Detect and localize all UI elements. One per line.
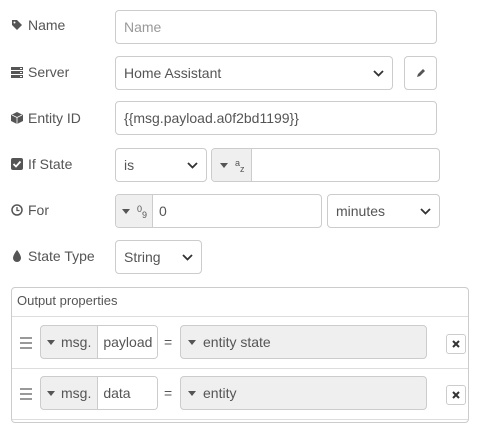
property-name-field[interactable]: payload	[97, 326, 157, 358]
equals-sign: =	[164, 385, 173, 401]
entity-id-input[interactable]: {{msg.payload.a0f2bd1199}}	[115, 101, 437, 135]
caret-down-icon	[122, 208, 130, 214]
value-type-select[interactable]: entity state	[180, 325, 427, 359]
drag-handle-icon[interactable]	[20, 337, 32, 352]
output-row: msg. payload = entity state	[12, 317, 468, 367]
state-type-select[interactable]: String	[115, 240, 202, 274]
row-divider	[12, 419, 468, 420]
output-properties-panel: Output properties msg. payload = entity …	[11, 287, 469, 423]
value-type-select[interactable]: entity	[180, 376, 427, 410]
tag-icon	[12, 20, 22, 30]
string-type-icon: az	[235, 158, 245, 174]
pencil-icon	[416, 69, 425, 77]
caret-down-icon	[188, 339, 196, 345]
value-type: entity	[203, 385, 237, 401]
drag-handle-icon[interactable]	[20, 388, 32, 403]
caret-down-icon	[47, 390, 55, 396]
cube-icon	[11, 112, 23, 124]
entity-id-value: {{msg.payload.a0f2bd1199}}	[124, 110, 299, 126]
server-selected: Home Assistant	[124, 65, 222, 81]
type-selector-button[interactable]: az	[212, 149, 252, 181]
for-unit-select[interactable]: minutes	[327, 194, 440, 228]
type-selector-button[interactable]: msg.	[41, 334, 97, 350]
output-properties-title: Output properties	[17, 293, 118, 308]
property-name: payload	[103, 334, 153, 350]
output-row: msg. data = entity	[12, 368, 468, 418]
chevron-down-icon	[187, 162, 198, 169]
value-type: entity state	[203, 334, 271, 350]
for-unit: minutes	[336, 203, 386, 219]
server-label: Server	[11, 64, 69, 80]
name-label: Name	[11, 17, 65, 33]
name-label-text: Name	[28, 17, 66, 33]
equals-sign: =	[164, 334, 173, 350]
for-label: For	[11, 202, 49, 218]
state-type-selected: String	[124, 249, 161, 265]
msg-prefix: msg.	[61, 385, 92, 401]
number-type-icon: 09	[137, 204, 148, 220]
edit-server-button[interactable]	[404, 56, 437, 90]
remove-row-button[interactable]	[446, 334, 466, 354]
close-icon	[452, 340, 460, 348]
name-placeholder: Name	[124, 19, 162, 35]
type-selector-button[interactable]: 09	[116, 195, 153, 227]
if-state-operator-select[interactable]: is	[115, 148, 207, 182]
msg-prefix: msg.	[61, 334, 92, 350]
state-type-label-text: State Type	[28, 248, 95, 264]
state-type-label: State Type	[11, 248, 95, 264]
if-state-label: If State	[11, 156, 72, 172]
chevron-down-icon	[182, 254, 193, 261]
clock-icon	[11, 204, 23, 216]
for-typed-input[interactable]: 09 0	[115, 194, 322, 228]
remove-row-button[interactable]	[446, 385, 466, 405]
property-name: data	[103, 385, 131, 401]
if-state-label-text: If State	[28, 156, 73, 172]
entity-id-label-text: Entity ID	[28, 110, 81, 126]
property-name-field[interactable]: data	[97, 377, 157, 409]
type-selector-button[interactable]: msg.	[41, 385, 97, 401]
property-typed-input[interactable]: msg. data	[40, 376, 158, 410]
caret-down-icon	[220, 162, 228, 168]
caret-down-icon	[47, 339, 55, 345]
if-state-operator: is	[124, 157, 135, 173]
for-value: 0	[159, 203, 167, 219]
property-typed-input[interactable]: msg. payload	[40, 325, 158, 359]
server-select[interactable]: Home Assistant	[115, 56, 393, 90]
chevron-down-icon	[420, 208, 431, 215]
entity-id-label: Entity ID	[11, 110, 81, 126]
chevron-down-icon	[373, 70, 384, 77]
close-icon	[452, 391, 460, 399]
server-label-text: Server	[28, 64, 70, 80]
caret-down-icon	[188, 390, 196, 396]
drop-icon	[13, 250, 21, 262]
checkbox-icon	[11, 158, 23, 170]
server-icon	[11, 67, 23, 78]
if-state-typed-input[interactable]: az	[211, 148, 440, 182]
name-input[interactable]: Name	[115, 10, 437, 44]
for-label-text: For	[28, 202, 49, 218]
